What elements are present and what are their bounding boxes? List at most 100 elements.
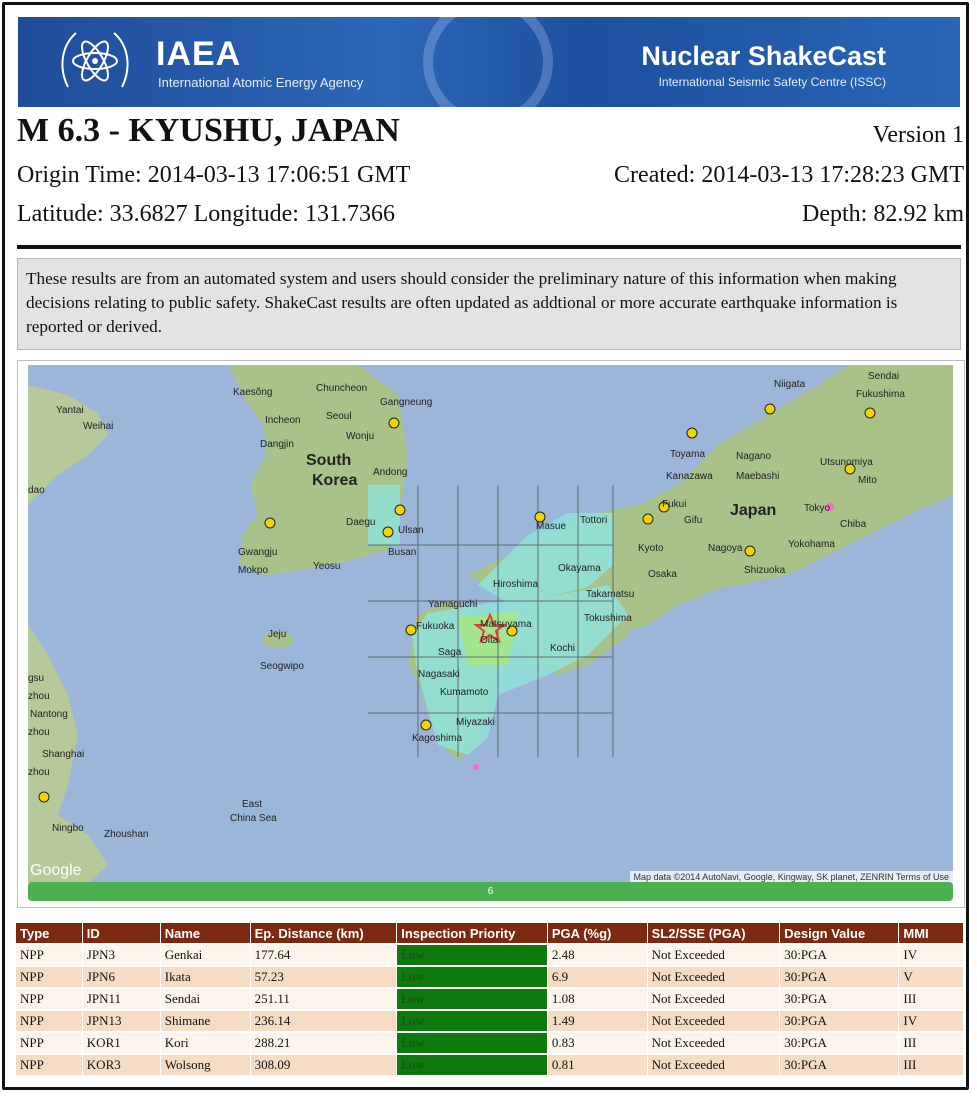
column-header[interactable]: Name [160, 923, 251, 944]
map-label: Takamatsu [586, 589, 634, 600]
table-cell: 236.14 [250, 1009, 398, 1032]
shakemap[interactable]: Kaesŏng Chuncheon Gangneung Yantai Weihai Inc… [28, 365, 953, 883]
table-cell: KOR3 [82, 1053, 161, 1075]
table-cell: Genkai [160, 943, 251, 966]
npp-marker-icon[interactable] [744, 545, 756, 557]
table-cell: JPN6 [82, 965, 161, 988]
system-name: Nuclear ShakeCast [641, 41, 886, 71]
map-label: Masue [536, 521, 566, 532]
map-label: Mito [858, 475, 877, 486]
map-label: East [242, 799, 262, 810]
table-row[interactable]: NPP JPN11 Sendai 251.11 Low 1.08 Not Exceeded 3… [16, 987, 964, 1010]
column-header[interactable]: PGA (%g) [547, 923, 648, 944]
column-header[interactable]: MMI [898, 923, 964, 944]
table-cell: Not Exceeded [647, 1009, 781, 1032]
table-cell: 57.23 [250, 965, 398, 988]
column-header[interactable]: Type [16, 923, 83, 944]
npp-marker-icon[interactable] [382, 526, 394, 538]
event-location: Latitude: 33.6827 Longitude: 131.7366 [17, 201, 395, 227]
table-cell: NPP [16, 943, 83, 966]
table-cell: Low [396, 987, 548, 1010]
table-cell: IV [898, 1009, 964, 1032]
map-label: Ningbo [52, 823, 84, 834]
table-cell: 30:PGA [779, 1053, 900, 1075]
org-subtitle: International Atomic Energy Agency [158, 75, 364, 90]
map-label: zhou [28, 727, 50, 738]
table-cell: V [898, 965, 964, 988]
table-cell: KOR1 [82, 1031, 161, 1054]
npp-marker-icon[interactable] [264, 517, 276, 529]
npp-marker-icon[interactable] [388, 417, 400, 429]
npp-marker-icon[interactable] [394, 504, 406, 516]
table-cell: 30:PGA [779, 1009, 900, 1032]
npp-marker-icon[interactable] [420, 719, 432, 731]
map-label: Jeju [268, 629, 286, 640]
table-cell: 1.08 [547, 987, 648, 1010]
map-label: Yokohama [788, 539, 835, 550]
npp-marker-icon[interactable] [405, 624, 417, 636]
map-label: Ulsan [398, 525, 424, 536]
event-version: Version 1 [872, 122, 964, 148]
divider [17, 245, 961, 249]
map-label: Nagoya [708, 543, 743, 554]
map-label: Tokyo [804, 503, 831, 514]
event-marker-icon[interactable] [473, 764, 479, 770]
table-cell: III [898, 987, 964, 1010]
map-label: Dangjin [260, 439, 294, 450]
table-cell: Not Exceeded [647, 943, 781, 966]
map-label: Chiba [840, 519, 867, 530]
npp-marker-icon[interactable] [642, 513, 654, 525]
table-cell: III [898, 1053, 964, 1075]
map-label: Yamaguchi [428, 599, 477, 610]
table-cell: NPP [16, 1053, 83, 1075]
map-label: Fukui [662, 499, 686, 510]
table-row[interactable]: NPP KOR3 Wolsong 308.09 Low 0.81 Not Exceeded 3… [16, 1053, 964, 1075]
header-banner: IAEA International Atomic Energy Agency … [18, 17, 960, 107]
table-row[interactable]: NPP KOR1 Kori 288.21 Low 0.83 Not Exceeded 30:P… [16, 1031, 964, 1054]
table-cell: 30:PGA [779, 987, 900, 1010]
map-label: Toyama [670, 449, 705, 460]
map-label: Tottori [580, 515, 607, 526]
map-label: Fukushima [856, 389, 905, 400]
npp-marker-icon[interactable] [38, 791, 50, 803]
table-cell: Low [396, 1053, 548, 1075]
column-header[interactable]: Inspection Priority [396, 923, 548, 944]
map-canvas[interactable]: Kaesŏng Chuncheon Gangneung Yantai Weihai Inc… [28, 365, 953, 883]
map-label: Gangneung [380, 397, 432, 408]
map-label: Kyoto [638, 543, 664, 554]
table-cell: NPP [16, 965, 83, 988]
npp-marker-icon[interactable] [864, 407, 876, 419]
table-cell: JPN11 [82, 987, 161, 1010]
map-label: Kagoshima [412, 733, 462, 744]
table-cell: Low [396, 1031, 548, 1054]
map-label: Matsuyama [480, 619, 532, 630]
map-label: Kochi [550, 643, 575, 654]
map-label: Yeosu [313, 561, 340, 572]
column-header[interactable]: SL2/SSE (PGA) [647, 923, 781, 944]
table-row[interactable]: NPP JPN13 Shimane 236.14 Low 1.49 Not Exceeded… [16, 1009, 964, 1032]
npp-marker-icon[interactable] [764, 403, 776, 415]
table-cell: NPP [16, 1009, 83, 1032]
npp-marker-icon[interactable] [686, 427, 698, 439]
column-header[interactable]: ID [82, 923, 161, 944]
table-cell: JPN13 [82, 1009, 161, 1032]
facility-table: Type ID Name Ep. Distance (km) Inspection Pr… [16, 923, 964, 1075]
map-label: Mokpo [238, 565, 268, 576]
table-cell: Sendai [160, 987, 251, 1010]
table-row[interactable]: NPP JPN3 Genkai 177.64 Low 2.48 Not Exceeded 30… [16, 943, 964, 966]
table-cell: 288.21 [250, 1031, 398, 1054]
table-cell: 308.09 [250, 1053, 398, 1075]
column-header[interactable]: Design Value [779, 923, 900, 944]
table-cell: III [898, 1031, 964, 1054]
map-label: Shanghai [42, 749, 84, 760]
table-cell: Not Exceeded [647, 1031, 781, 1054]
table-cell: Not Exceeded [647, 1053, 781, 1075]
table-cell: IV [898, 943, 964, 966]
column-header[interactable]: Ep. Distance (km) [250, 923, 398, 944]
table-row[interactable]: NPP JPN6 Ikata 57.23 Low 6.9 Not Exceeded 30:PG… [16, 965, 964, 988]
table-cell: Wolsong [160, 1053, 251, 1075]
map-label: Saga [438, 647, 462, 658]
map-label: Wonju [346, 431, 374, 442]
map-label: Japan [730, 502, 776, 519]
table-cell: 30:PGA [779, 943, 900, 966]
